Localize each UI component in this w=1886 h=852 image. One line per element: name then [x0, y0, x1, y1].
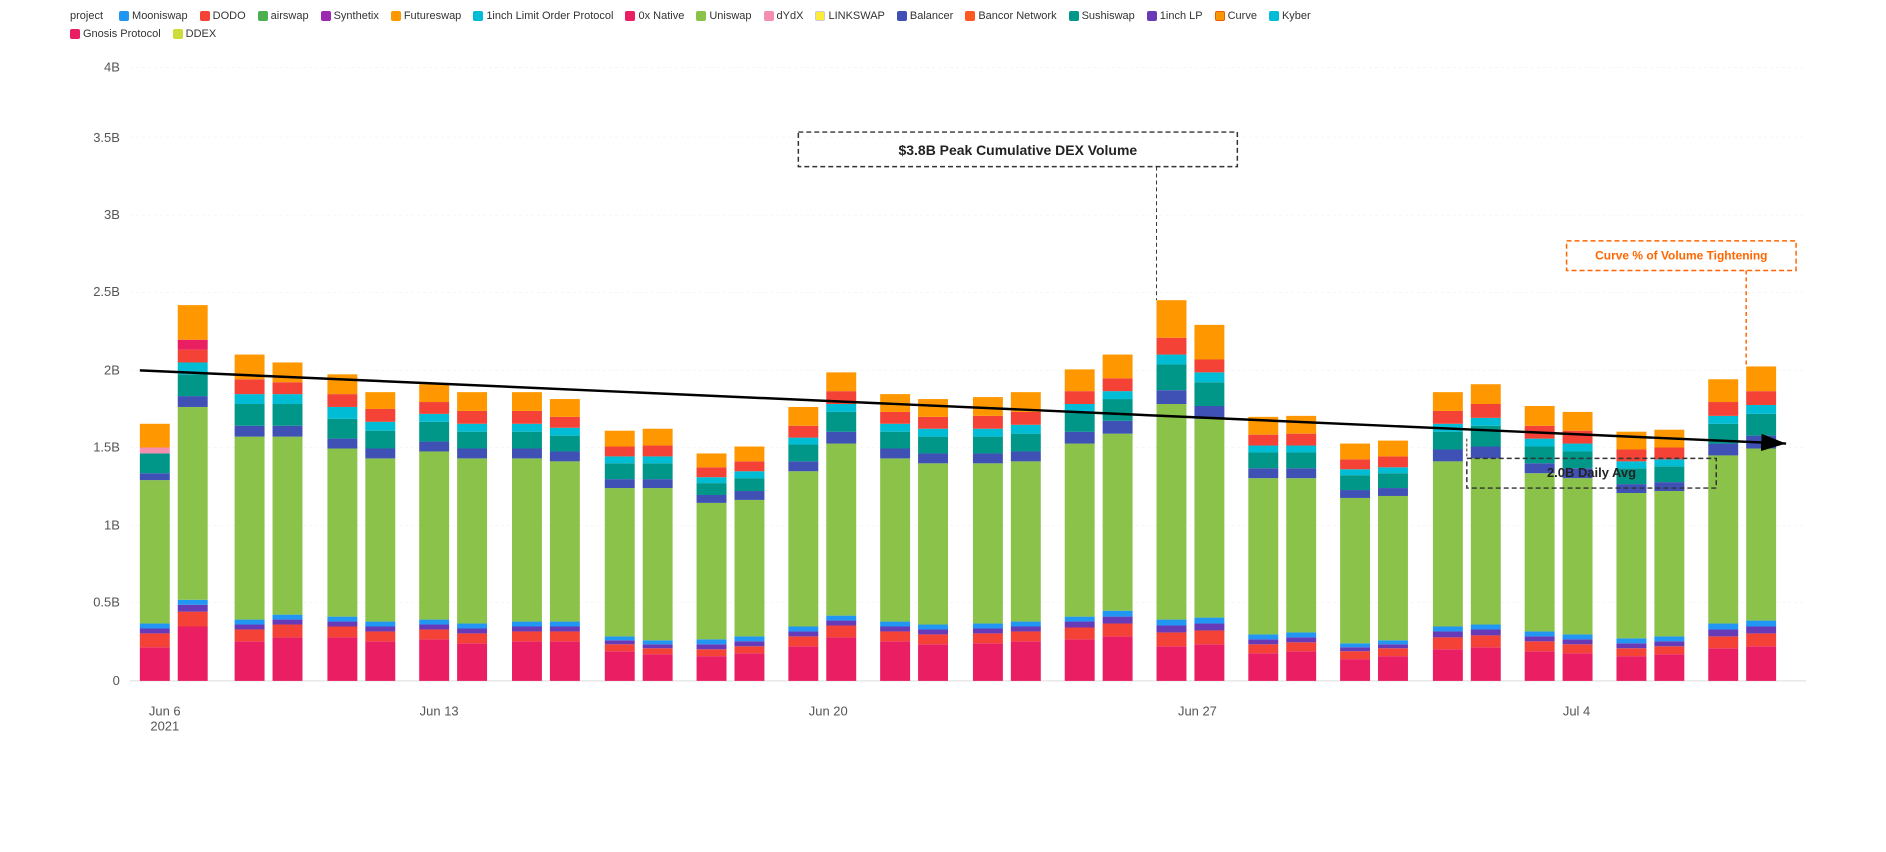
- bar-jun9-1[interactable]: [419, 384, 449, 681]
- legend-item-balancer: Balancer: [897, 10, 953, 22]
- legend-item-gnosis: Gnosis Protocol: [70, 28, 161, 40]
- svg-text:Jun 6: Jun 6: [149, 704, 181, 719]
- legend-item-ddex: DDEX: [173, 28, 217, 40]
- bar-jun13-1[interactable]: [788, 407, 818, 681]
- legend-item-uniswap: Uniswap: [696, 10, 751, 22]
- svg-text:0: 0: [113, 673, 120, 688]
- legend-item-airswap: airswap: [258, 10, 309, 22]
- svg-text:1B: 1B: [104, 518, 120, 533]
- bar-jun9-2[interactable]: [457, 392, 487, 681]
- bar-jun16-1[interactable]: [1065, 369, 1095, 681]
- bar-jun17-2[interactable]: [1194, 325, 1224, 681]
- bar-jun23-2[interactable]: [1746, 366, 1776, 680]
- bar-jun6-1[interactable]: [140, 424, 170, 681]
- bar-jun15-2[interactable]: [1011, 392, 1041, 681]
- bar-jun18-2[interactable]: [1286, 416, 1316, 681]
- legend-item-kyber: Kyber: [1269, 10, 1311, 22]
- svg-text:Jun 13: Jun 13: [420, 704, 459, 719]
- bar-jun12-1[interactable]: [697, 453, 727, 680]
- svg-text:0.5B: 0.5B: [93, 595, 120, 610]
- legend-item-0x-native: 0x Native: [625, 10, 684, 22]
- bar-jun14-2[interactable]: [918, 399, 948, 681]
- chart-container: project Mooniswap DODO airswap Synthetix…: [0, 0, 1886, 852]
- bar-jun8-2[interactable]: [365, 392, 395, 681]
- svg-text:4B: 4B: [104, 60, 120, 75]
- bar-jun10-2[interactable]: [550, 399, 580, 681]
- bar-jun12-2[interactable]: [734, 447, 764, 681]
- bar-jun19-2[interactable]: [1378, 441, 1408, 681]
- bar-jun10-1[interactable]: [512, 392, 542, 681]
- bar-jun6-2[interactable]: [178, 305, 208, 681]
- bar-jun15-1[interactable]: [973, 397, 1003, 681]
- chart-area: 0 0.5B 1B 1.5B 2B 2.5B 3B 3.5B 4B: [70, 48, 1826, 760]
- svg-text:2B: 2B: [104, 362, 120, 377]
- bar-jun14-1[interactable]: [880, 394, 910, 681]
- legend-item-sushiswap: Sushiswap: [1069, 10, 1135, 22]
- bar-jun16-2[interactable]: [1103, 355, 1133, 681]
- legend-project-label: project: [70, 10, 103, 22]
- bar-jun11-1[interactable]: [605, 431, 635, 681]
- bar-jun11-2[interactable]: [643, 429, 673, 681]
- legend-item-1inch-limit: 1inch Limit Order Protocol: [473, 10, 613, 22]
- bar-jun7-2[interactable]: [273, 362, 303, 680]
- bar-jun21-1[interactable]: [1525, 406, 1555, 681]
- legend-item-curve: Curve: [1215, 10, 1257, 22]
- bar-jun8-1[interactable]: [327, 374, 357, 681]
- bar-jun18-1[interactable]: [1248, 417, 1278, 681]
- chart-svg: 0 0.5B 1B 1.5B 2B 2.5B 3B 3.5B 4B: [70, 48, 1826, 760]
- bar-jun22-2[interactable]: [1654, 430, 1684, 681]
- legend-item-linkswap: LINKSWAP: [815, 10, 884, 22]
- bar-jun13-2[interactable]: [826, 372, 856, 681]
- svg-text:2.5B: 2.5B: [93, 284, 120, 299]
- svg-text:Curve % of Volume Tightening: Curve % of Volume Tightening: [1595, 249, 1767, 263]
- bar-jun17-1[interactable]: [1157, 300, 1187, 681]
- bar-jun20-1[interactable]: [1433, 392, 1463, 681]
- legend-item-futureswap: Futureswap: [391, 10, 461, 22]
- legend-item-1inch-lp: 1inch LP: [1147, 10, 1203, 22]
- svg-text:Jun 27: Jun 27: [1178, 704, 1217, 719]
- svg-text:2.0B Daily Avg: 2.0B Daily Avg: [1547, 465, 1636, 480]
- legend: project Mooniswap DODO airswap Synthetix…: [70, 10, 1826, 40]
- bar-jun7-1[interactable]: [235, 355, 265, 681]
- svg-text:Jun 20: Jun 20: [809, 704, 848, 719]
- bar-jun19-1[interactable]: [1340, 444, 1370, 681]
- legend-item-synthetix: Synthetix: [321, 10, 379, 22]
- svg-text:3B: 3B: [104, 207, 120, 222]
- svg-text:Jul 4: Jul 4: [1563, 704, 1590, 719]
- svg-text:$3.8B Peak Cumulative DEX Volu: $3.8B Peak Cumulative DEX Volume: [899, 142, 1138, 158]
- legend-item-dydx: dYdX: [764, 10, 804, 22]
- svg-text:3.5B: 3.5B: [93, 130, 120, 145]
- svg-text:2021: 2021: [150, 718, 179, 733]
- legend-item-bancor: Bancor Network: [965, 10, 1056, 22]
- legend-item-dodo: DODO: [200, 10, 246, 22]
- bar-jun21-2[interactable]: [1563, 412, 1593, 681]
- legend-item-mooniswap: Mooniswap: [119, 10, 188, 22]
- svg-text:1.5B: 1.5B: [93, 440, 120, 455]
- bar-jun23-1[interactable]: [1708, 379, 1738, 681]
